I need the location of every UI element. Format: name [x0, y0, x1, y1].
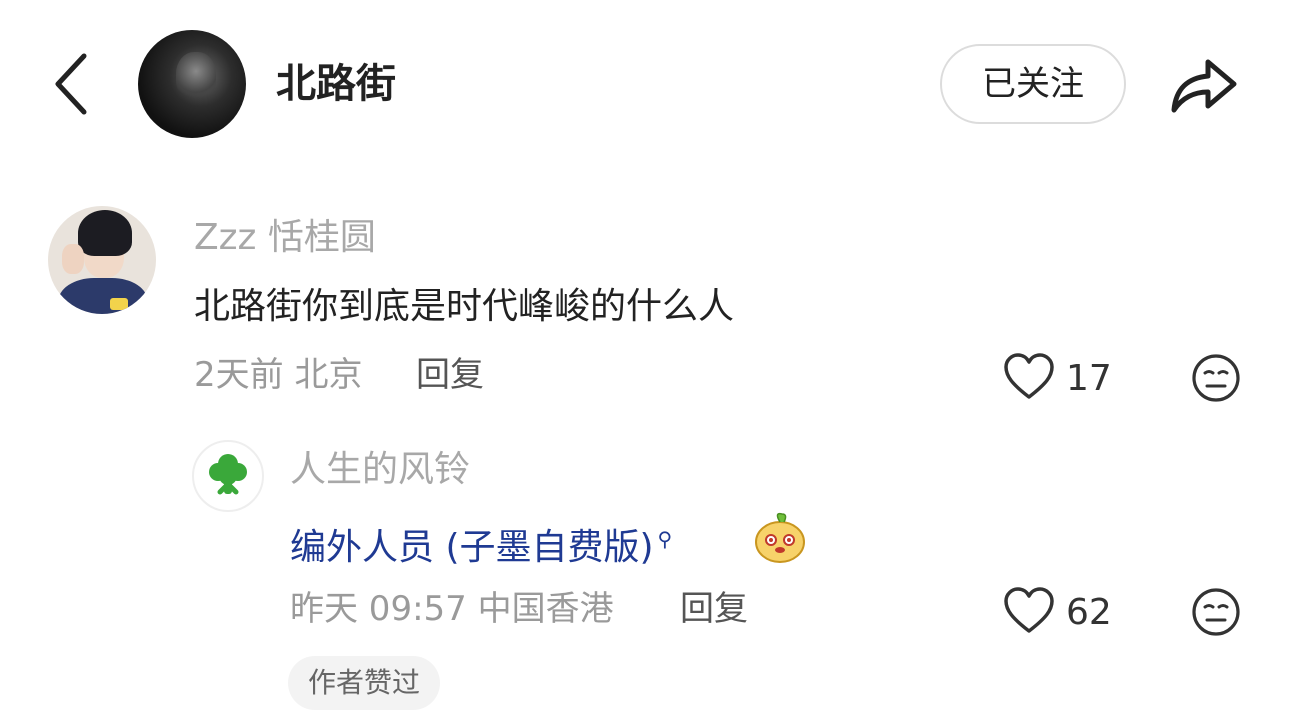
like-count: 17: [1066, 358, 1112, 399]
follow-button[interactable]: 已关注: [940, 44, 1126, 124]
author-liked-badge: 作者赞过: [288, 656, 441, 710]
back-button[interactable]: [40, 46, 110, 122]
like-button[interactable]: [1002, 352, 1056, 402]
like-count: 62: [1066, 592, 1112, 633]
reply-link-text[interactable]: 编外人员 (子墨自费版): [290, 527, 654, 568]
heart-icon: [1004, 587, 1054, 633]
meh-face-icon: [1192, 354, 1240, 402]
replier-avatar[interactable]: [192, 440, 264, 512]
commenter-avatar[interactable]: [48, 206, 156, 314]
mascot-sticker-icon: [752, 510, 808, 564]
reply-button[interactable]: 回复: [680, 586, 748, 632]
broccoli-icon: [209, 454, 247, 495]
chevron-left-icon: [55, 53, 87, 115]
page-title: 北路街: [276, 61, 396, 107]
heart-icon: [1004, 353, 1054, 399]
meh-face-icon: [1192, 588, 1240, 636]
reply-meta: 昨天 09:57 中国香港: [290, 589, 614, 629]
reply-username[interactable]: 人生的风铃: [290, 446, 470, 494]
reply-button[interactable]: 回复: [416, 352, 484, 398]
comment-username[interactable]: Zzz 恬桂圆: [194, 214, 376, 262]
reply-text[interactable]: 编外人员 (子墨自费版) ⚲: [290, 514, 672, 573]
comment-meta: 2天前 北京: [194, 355, 363, 395]
comment-text[interactable]: 北路街你到底是时代峰峻的什么人: [194, 282, 734, 332]
share-button[interactable]: [1166, 50, 1240, 118]
account-avatar[interactable]: [138, 30, 246, 138]
search-icon[interactable]: ⚲: [658, 527, 673, 551]
share-arrow-icon: [1171, 59, 1237, 113]
emoji-react-button[interactable]: [1190, 352, 1242, 404]
like-button[interactable]: [1002, 586, 1056, 636]
emoji-react-button[interactable]: [1190, 586, 1242, 638]
